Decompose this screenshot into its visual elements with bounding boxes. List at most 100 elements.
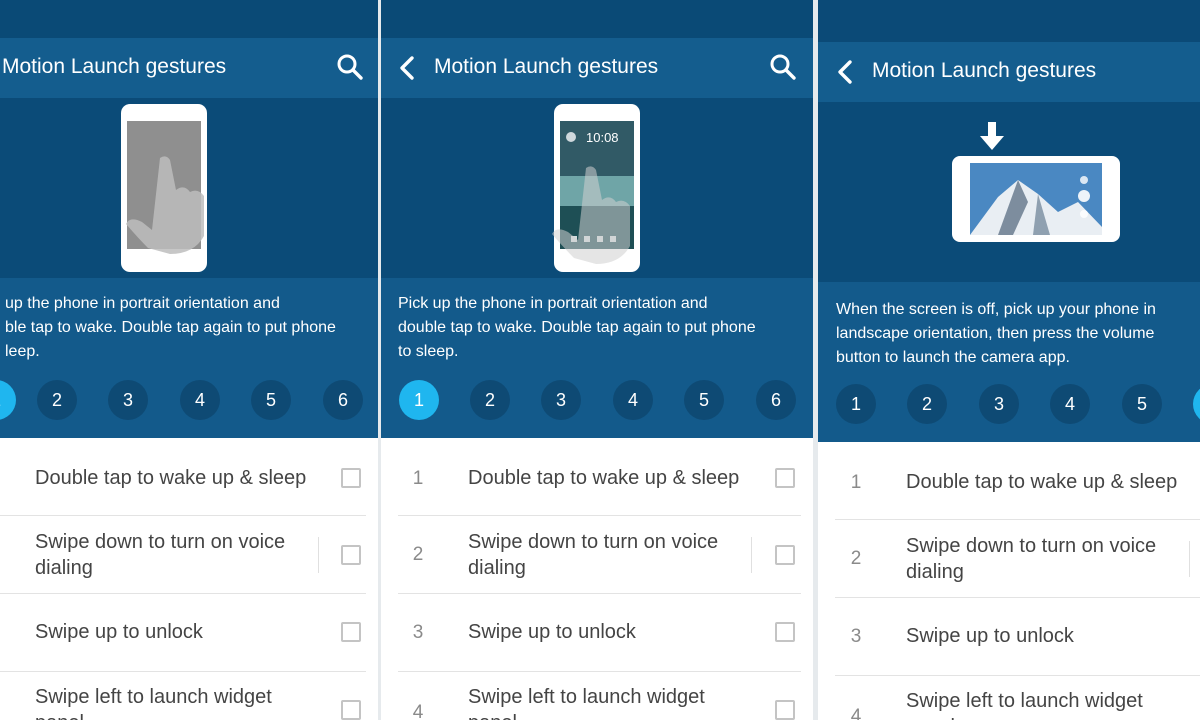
gesture-number: 4 (850, 706, 862, 720)
checkbox-icon[interactable] (775, 622, 795, 642)
app-bar: Motion Launch gestures (0, 38, 378, 98)
step-dot-2[interactable]: 2 (907, 384, 947, 424)
description-line: up the phone in portrait orientation and (5, 295, 280, 312)
phone-clock: 10:08 (586, 130, 619, 145)
step-dot-6[interactable]: 6 (756, 380, 796, 420)
checkbox-icon[interactable] (775, 468, 795, 488)
gesture-row[interactable]: Double tap to wake up & sleep (0, 438, 378, 516)
gesture-row[interactable]: 3 Swipe up to unlock (818, 598, 1200, 676)
gesture-row[interactable]: 1 Double tap to wake up & sleep (381, 438, 813, 516)
checkbox-icon[interactable] (775, 545, 795, 565)
gesture-screen-3: Motion Launch gestures When the screen i… (818, 0, 1200, 720)
phone-portrait-illustration (121, 104, 207, 272)
gesture-row[interactable]: Swipe left to launch widget panel (0, 672, 378, 720)
step-dot-4[interactable]: 4 (1050, 384, 1090, 424)
gesture-label: Double tap to wake up & sleep (906, 471, 1178, 493)
gesture-number: 1 (850, 472, 862, 493)
step-dot-4[interactable]: 4 (613, 380, 653, 420)
gesture-row[interactable]: 1 Double tap to wake up & sleep (818, 442, 1200, 520)
down-arrow-icon (980, 122, 1004, 150)
gesture-number: 3 (412, 622, 424, 643)
status-bar (0, 0, 378, 38)
app-bar: Motion Launch gestures (381, 38, 813, 98)
row-vertical-divider (751, 537, 752, 573)
back-arrow-icon[interactable] (832, 58, 860, 86)
step-indicator: 1 2 3 4 5 6 (0, 378, 378, 422)
gesture-row[interactable]: 4 Swipe left to launch widget panel (818, 676, 1200, 720)
checkbox-icon[interactable] (341, 468, 361, 488)
gesture-label: Double tap to wake up & sleep (468, 467, 740, 489)
step-dot-1[interactable]: 1 (399, 380, 439, 420)
checkbox-icon[interactable] (341, 545, 361, 565)
gesture-label: Swipe up to unlock (35, 621, 203, 643)
gesture-row[interactable]: 4 Swipe left to launch widget panel (381, 672, 813, 720)
step-dot-5[interactable]: 5 (684, 380, 724, 420)
gesture-illustration (818, 102, 1200, 282)
step-dot-4[interactable]: 4 (180, 380, 220, 420)
gesture-number: 2 (850, 548, 862, 569)
checkbox-icon[interactable] (341, 700, 361, 720)
gesture-number: 1 (412, 468, 424, 489)
gesture-label: Swipe down to turn on voice (906, 535, 1157, 557)
gesture-number: 4 (412, 702, 424, 720)
gesture-label: Swipe up to unlock (468, 621, 636, 643)
step-dot-6[interactable]: 6 (1193, 384, 1200, 424)
gesture-label: Swipe up to unlock (906, 625, 1074, 647)
step-dot-1[interactable]: 1 (836, 384, 876, 424)
gesture-label: Swipe left to launch widget (906, 690, 1143, 712)
page-title: Motion Launch gestures (872, 59, 1097, 82)
gesture-number: 3 (850, 626, 862, 647)
description-line: leep. (5, 343, 40, 360)
gesture-list: 1 Double tap to wake up & sleep 2 Swipe … (381, 438, 813, 720)
step-dot-2[interactable]: 2 (470, 380, 510, 420)
description-line: landscape orientation, then press the vo… (836, 325, 1155, 342)
gesture-row[interactable]: 2 Swipe down to turn on voice dialing (818, 520, 1200, 598)
gesture-label: dialing (35, 557, 93, 579)
step-dot-6[interactable]: 6 (323, 380, 363, 420)
search-icon[interactable] (768, 52, 798, 82)
step-dot-5[interactable]: 5 (251, 380, 291, 420)
description-line: double tap to wake. Double tap again to … (398, 319, 756, 336)
step-dot-5[interactable]: 5 (1122, 384, 1162, 424)
gesture-row[interactable]: 2 Swipe down to turn on voice dialing (381, 516, 813, 594)
phone-portrait-illustration: 10:08 (552, 104, 640, 272)
gesture-number: 2 (412, 544, 424, 565)
description-line: Pick up the phone in portrait orientatio… (398, 295, 708, 312)
step-dot-1[interactable]: 1 (0, 380, 16, 420)
checkbox-icon[interactable] (775, 700, 795, 720)
gesture-illustration: 10:08 (381, 98, 813, 278)
row-vertical-divider (318, 537, 319, 573)
description-line: ble tap to wake. Double tap again to put… (5, 319, 336, 336)
gesture-label: panel (468, 710, 517, 720)
gesture-row[interactable]: Swipe up to unlock (0, 594, 378, 672)
gesture-list: 1 Double tap to wake up & sleep 2 Swipe … (818, 442, 1200, 720)
step-dot-2[interactable]: 2 (37, 380, 77, 420)
gesture-description-area: up the phone in portrait orientation and… (0, 278, 378, 438)
gesture-description-area: When the screen is off, pick up your pho… (818, 282, 1200, 442)
gesture-label: dialing (468, 557, 526, 579)
step-indicator: 1 2 3 4 5 6 (818, 382, 1200, 426)
gesture-label: Swipe down to turn on voice (35, 531, 286, 553)
description-line: to sleep. (398, 343, 459, 360)
step-dot-3[interactable]: 3 (979, 384, 1019, 424)
checkbox-icon[interactable] (341, 622, 361, 642)
status-bar (381, 0, 813, 38)
back-arrow-icon[interactable] (394, 54, 422, 82)
gesture-screen-1: Motion Launch gestures up the phone in p… (0, 0, 378, 720)
description-line: When the screen is off, pick up your pho… (836, 301, 1156, 318)
description-line: button to launch the camera app. (836, 349, 1070, 366)
step-dot-3[interactable]: 3 (541, 380, 581, 420)
gesture-row[interactable]: Swipe down to turn on voice dialing (0, 516, 378, 594)
gesture-screen-2: Motion Launch gestures 10:08 Pick up the… (381, 0, 813, 720)
search-icon[interactable] (335, 52, 365, 82)
gesture-description-area: Pick up the phone in portrait orientatio… (381, 278, 813, 438)
row-vertical-divider (1189, 541, 1190, 577)
gesture-list: Double tap to wake up & sleep Swipe down… (0, 438, 378, 720)
status-bar (818, 0, 1200, 42)
gesture-row[interactable]: 3 Swipe up to unlock (381, 594, 813, 672)
phone-landscape-illustration (952, 122, 1120, 242)
gesture-label: Double tap to wake up & sleep (35, 467, 307, 489)
gesture-label: panel (35, 710, 84, 720)
step-dot-3[interactable]: 3 (108, 380, 148, 420)
step-indicator: 1 2 3 4 5 6 (381, 378, 813, 422)
